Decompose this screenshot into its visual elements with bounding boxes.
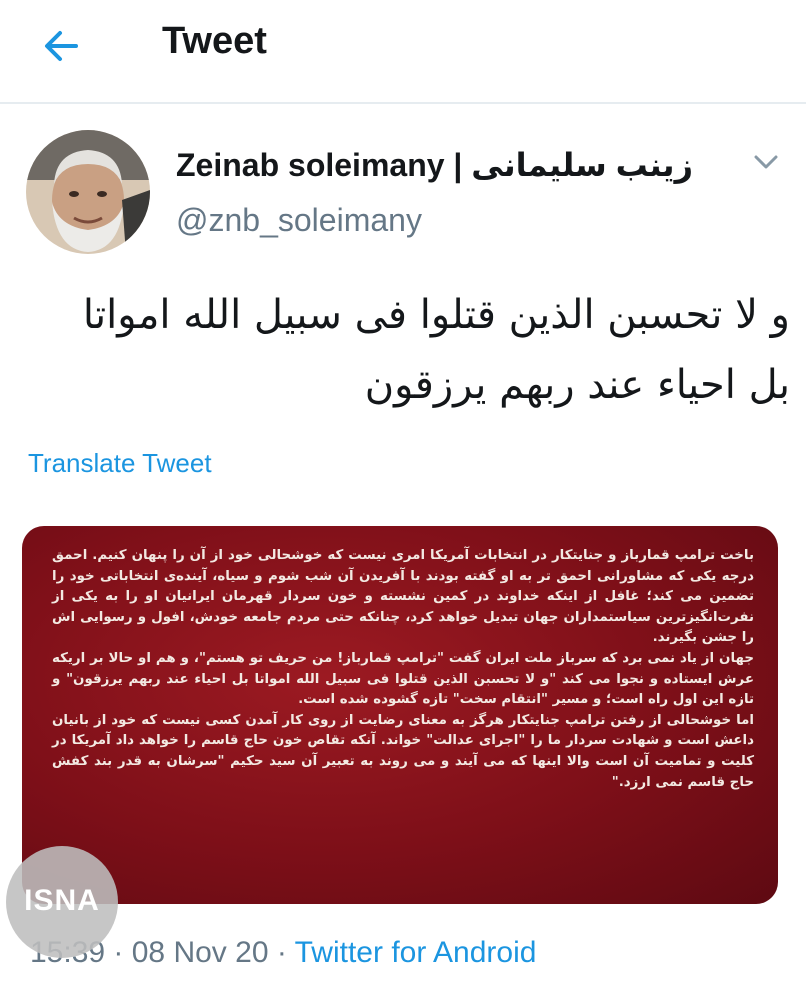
tweet-image[interactable]: باخت ترامپ قمارباز و جنایتکار در انتخابا… bbox=[22, 526, 778, 904]
isna-watermark: ISNA bbox=[6, 846, 118, 958]
image-paragraph: جهان از یاد نمی برد که سرباز ملت ایران گ… bbox=[52, 650, 754, 708]
image-paragraph: اما خوشحالی از رفتن ترامپ جنایتکار هرگز … bbox=[52, 712, 754, 790]
back-arrow-icon[interactable] bbox=[40, 24, 84, 68]
tweet-source-link[interactable]: Twitter for Android bbox=[295, 936, 537, 969]
user-handle[interactable]: @znb_soleimany bbox=[176, 202, 422, 239]
tweet-date: 08 Nov 20 bbox=[131, 936, 269, 969]
meta-separator: · bbox=[268, 936, 295, 969]
meta-separator: · bbox=[105, 936, 132, 969]
tweet-meta: 15:39 · 08 Nov 20 · Twitter for Android bbox=[30, 936, 536, 970]
watermark-text: ISNA bbox=[24, 884, 100, 917]
page-title: Tweet bbox=[162, 20, 267, 62]
translate-tweet-link[interactable]: Translate Tweet bbox=[28, 448, 212, 479]
tweet-text-line: و لا تحسبن الذین قتلوا فی سبیل الله اموا… bbox=[82, 292, 790, 338]
top-bar: Tweet bbox=[0, 0, 806, 104]
tweet-text: و لا تحسبن الذین قتلوا فی سبیل الله اموا… bbox=[20, 280, 790, 420]
tweet-text-line: بل احیاء عند ربهم یرزقون bbox=[364, 362, 790, 408]
user-display-name[interactable]: Zeinab soleimany | زینب سلیمانی bbox=[176, 146, 693, 184]
chevron-down-icon[interactable] bbox=[752, 152, 780, 172]
image-paragraph: باخت ترامپ قمارباز و جنایتکار در انتخابا… bbox=[52, 548, 754, 646]
avatar[interactable] bbox=[26, 130, 150, 254]
image-text: باخت ترامپ قمارباز و جنایتکار در انتخابا… bbox=[52, 546, 754, 793]
